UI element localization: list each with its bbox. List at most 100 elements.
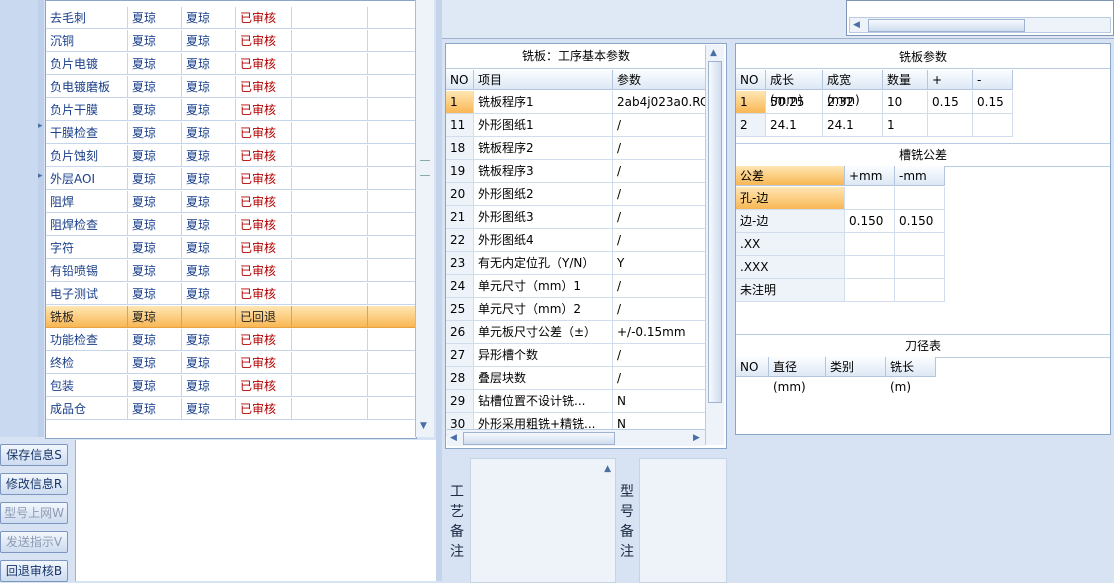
slot-tolerance-cell[interactable] xyxy=(895,233,945,256)
col-param-header[interactable]: 参数 xyxy=(613,70,706,90)
slot-tolerance-cell[interactable] xyxy=(845,187,895,210)
tool-table-header[interactable]: 类别 xyxy=(826,357,886,377)
process-row[interactable]: 负片电镀 夏琼 夏琼 已审核 xyxy=(46,53,416,76)
mill-param-cell[interactable]: 0.15 xyxy=(973,91,1013,114)
param-row-value[interactable]: N xyxy=(613,390,706,413)
process-row[interactable]: 阻焊 夏琼 夏琼 已审核 xyxy=(46,191,416,214)
slot-tolerance-cell[interactable] xyxy=(895,279,945,302)
param-row-value[interactable]: / xyxy=(613,114,706,137)
process-person-1: 夏琼 xyxy=(128,352,182,374)
process-row[interactable]: 负电镀磨板 夏琼 夏琼 已审核 xyxy=(46,76,416,99)
param-row-value[interactable]: Y xyxy=(613,252,706,275)
process-extra-2 xyxy=(368,283,416,305)
process-row[interactable]: 铣板 夏琼 已回退 xyxy=(46,306,416,329)
mill-param-header[interactable]: NO xyxy=(736,70,766,90)
top-hscroll[interactable]: ◀ xyxy=(849,17,1111,33)
slot-tolerance-cell[interactable] xyxy=(845,256,895,279)
slot-tolerance-cell[interactable] xyxy=(895,256,945,279)
slot-tolerance-cell[interactable] xyxy=(845,279,895,302)
scroll-thumb[interactable] xyxy=(708,61,722,403)
mill-param-header[interactable]: 成长(mm) xyxy=(766,70,823,107)
process-row[interactable]: 终检 夏琼 夏琼 已审核 xyxy=(46,352,416,375)
process-row[interactable]: 成品仓 夏琼 夏琼 已审核 xyxy=(46,398,416,421)
mill-param-header[interactable]: 成宽(mm) xyxy=(823,70,883,107)
slot-tolerance-cell[interactable]: 0.150 xyxy=(895,210,945,233)
mill-param-cell[interactable]: 2.32 xyxy=(823,91,883,114)
scroll-up-icon[interactable]: ▲ xyxy=(604,463,611,475)
slot-tolerance-cell[interactable]: .XX xyxy=(736,233,845,256)
param-row-value[interactable]: / xyxy=(613,367,706,390)
scroll-up-icon[interactable]: ▲ xyxy=(710,47,717,59)
model-notes-input[interactable] xyxy=(639,458,727,583)
process-row[interactable]: 外层AOI 夏琼 夏琼 已审核 xyxy=(46,168,416,191)
mill-param-cell[interactable]: 2 xyxy=(736,114,766,137)
scroll-left-icon[interactable]: ◀ xyxy=(853,19,860,31)
mill-param-header[interactable]: 数量 xyxy=(883,70,928,90)
mill-param-header[interactable]: + xyxy=(928,70,973,90)
mill-param-cell[interactable]: 10 xyxy=(883,91,928,114)
process-row[interactable]: 电子测试 夏琼 夏琼 已审核 xyxy=(46,283,416,306)
process-name: 外层AOI xyxy=(46,168,128,190)
slot-tolerance-cell[interactable]: 孔-边 xyxy=(736,187,845,210)
process-row[interactable]: 干膜检查 夏琼 夏琼 已审核 xyxy=(46,122,416,145)
slot-tolerance-cell[interactable]: .XXX xyxy=(736,256,845,279)
tool-table-header[interactable]: 直径(mm) xyxy=(769,357,826,394)
param-grid-hscroll[interactable]: ◀ ▶ xyxy=(447,429,705,446)
param-row-value[interactable]: / xyxy=(613,344,706,367)
process-row[interactable]: 阻焊检查 夏琼 夏琼 已审核 xyxy=(46,214,416,237)
process-row[interactable]: 功能检查 夏琼 夏琼 已审核 xyxy=(46,329,416,352)
mill-param-cell[interactable]: 1 xyxy=(883,114,928,137)
process-param-grid: 铣板：工序基本参数 NO 项目 参数 1 铣板程序1 2ab4j023a0.RC 11… xyxy=(445,43,727,449)
process-grid-scrollbar[interactable]: ▼ xyxy=(415,0,434,437)
col-item-header[interactable]: 项目 xyxy=(474,70,613,90)
scroll-thumb[interactable] xyxy=(463,432,615,445)
mill-param-cell[interactable]: 1 xyxy=(736,91,766,114)
slot-tolerance-cell[interactable] xyxy=(895,187,945,210)
action-button[interactable]: 型号上网W xyxy=(0,502,68,524)
mill-param-cell[interactable]: 50.25 xyxy=(766,91,823,114)
param-row-value[interactable]: / xyxy=(613,183,706,206)
slot-tolerance-cell[interactable]: 边-边 xyxy=(736,210,845,233)
scroll-left-icon[interactable]: ◀ xyxy=(450,432,457,444)
param-row-value[interactable]: / xyxy=(613,298,706,321)
process-row[interactable]: 负片干膜 夏琼 夏琼 已审核 xyxy=(46,99,416,122)
action-button[interactable]: 发送指示V xyxy=(0,531,68,553)
process-row[interactable]: 沉铜 夏琼 夏琼 已审核 xyxy=(46,30,416,53)
process-row[interactable]: 负片蚀刻 夏琼 夏琼 已审核 xyxy=(46,145,416,168)
scroll-thumb[interactable] xyxy=(868,19,1025,32)
param-grid-vscroll[interactable]: ▲ xyxy=(705,45,724,445)
process-row[interactable]: 有铅喷锡 夏琼 夏琼 已审核 xyxy=(46,260,416,283)
slot-tolerance-header[interactable]: 公差 xyxy=(736,166,845,186)
mill-param-cell[interactable] xyxy=(928,114,973,137)
scroll-right-icon[interactable]: ▶ xyxy=(693,432,700,444)
slot-tolerance-header[interactable]: +mm xyxy=(845,166,895,186)
action-button[interactable]: 修改信息R xyxy=(0,473,68,495)
mill-param-header[interactable]: - xyxy=(973,70,1013,90)
mill-param-cell[interactable]: 24.1 xyxy=(766,114,823,137)
param-row-value[interactable]: / xyxy=(613,160,706,183)
slot-tolerance-cell[interactable]: 未注明 xyxy=(736,279,845,302)
param-row-value[interactable]: / xyxy=(613,229,706,252)
action-button[interactable]: 回退审核B xyxy=(0,560,68,582)
process-row[interactable]: 字符 夏琼 夏琼 已审核 xyxy=(46,237,416,260)
param-row-value[interactable]: / xyxy=(613,206,706,229)
action-button[interactable]: 保存信息S xyxy=(0,444,68,466)
scroll-down-icon[interactable]: ▼ xyxy=(420,420,427,432)
param-row-value[interactable]: / xyxy=(613,137,706,160)
col-no-header[interactable]: NO xyxy=(446,70,474,90)
process-row[interactable]: 去毛刺 夏琼 夏琼 已审核 xyxy=(46,7,416,30)
param-row-value[interactable]: 2ab4j023a0.RC xyxy=(613,91,706,114)
mill-param-cell[interactable] xyxy=(973,114,1013,137)
craft-notes-input[interactable]: ▲ xyxy=(470,458,616,583)
param-row-value[interactable]: / xyxy=(613,275,706,298)
tool-table-header[interactable]: NO xyxy=(736,357,769,377)
mill-param-cell[interactable]: 0.15 xyxy=(928,91,973,114)
slot-tolerance-cell[interactable]: 0.150 xyxy=(845,210,895,233)
slot-tolerance-header[interactable]: -mm xyxy=(895,166,945,186)
tool-table-header[interactable]: 铣长(m) xyxy=(886,357,936,394)
process-row[interactable]: 包装 夏琼 夏琼 已审核 xyxy=(46,375,416,398)
left-splitter[interactable]: ▸ ▸ xyxy=(38,0,44,437)
param-row-value[interactable]: +/-0.15mm xyxy=(613,321,706,344)
slot-tolerance-cell[interactable] xyxy=(845,233,895,256)
mill-param-cell[interactable]: 24.1 xyxy=(823,114,883,137)
